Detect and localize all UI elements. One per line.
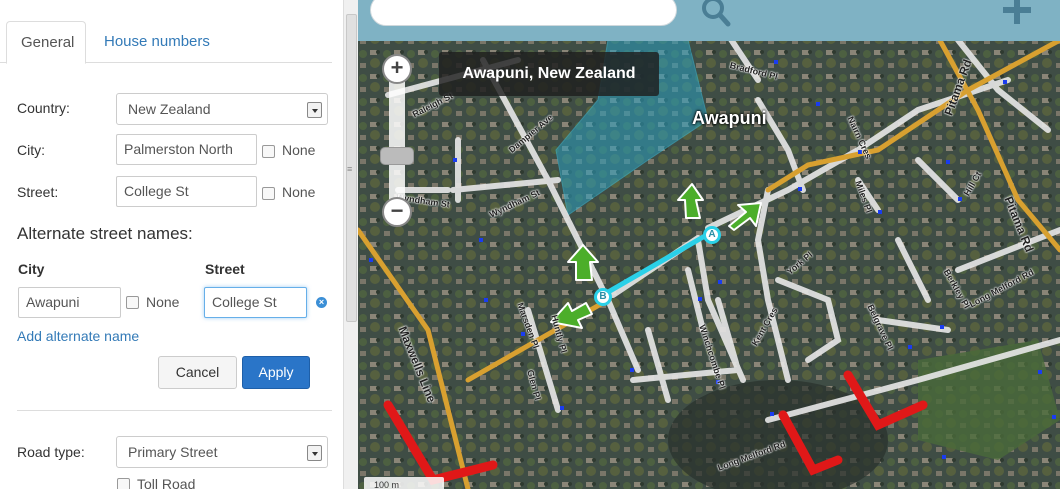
- chevron-down-icon: [307, 102, 322, 118]
- alt-street-header: Street: [205, 261, 245, 277]
- zoom-slider-handle[interactable]: [380, 147, 414, 165]
- segment-node-b[interactable]: B: [594, 288, 612, 306]
- suburb-label: Awapuni: [692, 108, 767, 128]
- city-label: City:: [17, 142, 45, 158]
- road-type-value: Primary Street: [128, 444, 218, 460]
- zoom-slider-track[interactable]: [389, 70, 405, 210]
- apply-button[interactable]: Apply: [242, 356, 310, 389]
- country-label: Country:: [17, 100, 70, 116]
- panel-scrollbar[interactable]: ≡: [343, 0, 358, 489]
- alternate-names-heading: Alternate street names:: [17, 224, 193, 243]
- zoom-in-icon[interactable]: +: [382, 54, 412, 84]
- alt-city-none-checkbox[interactable]: [126, 296, 139, 309]
- toll-road-label: Toll Road: [137, 476, 196, 489]
- location-tooltip: Awapuni, New Zealand: [439, 52, 659, 96]
- city-none-label: None: [282, 142, 316, 158]
- alt-city-none-label: None: [146, 294, 180, 310]
- road-type-select[interactable]: Primary Street: [116, 436, 328, 468]
- zoom-out-icon[interactable]: −: [382, 197, 412, 227]
- add-alternate-name-link[interactable]: Add alternate name: [17, 328, 139, 344]
- toll-road-checkbox[interactable]: [117, 478, 130, 489]
- street-none-checkbox[interactable]: [262, 187, 275, 200]
- segment-node-a[interactable]: A: [703, 226, 721, 244]
- road-type-label: Road type:: [17, 444, 85, 460]
- country-value: New Zealand: [128, 101, 211, 117]
- segment-edit-panel: General House numbers Country: New Zeala…: [0, 0, 343, 489]
- city-none-checkbox[interactable]: [262, 145, 275, 158]
- cancel-button[interactable]: Cancel: [158, 356, 237, 389]
- alt-city-input[interactable]: Awapuni: [18, 287, 121, 318]
- zoom-control: + −: [380, 54, 414, 228]
- tab-general[interactable]: General: [6, 21, 86, 64]
- alt-street-input[interactable]: College St: [204, 287, 307, 318]
- city-input[interactable]: Palmerston North: [116, 134, 257, 165]
- tab-bar: General House numbers: [0, 0, 332, 64]
- scale-bar: 100 m: [364, 477, 444, 489]
- search-input[interactable]: [370, 0, 677, 26]
- remove-alt-name-icon[interactable]: ×: [316, 297, 327, 308]
- street-label: Street:: [17, 184, 59, 200]
- country-select[interactable]: New Zealand: [116, 93, 328, 125]
- street-input[interactable]: College St: [116, 176, 257, 207]
- map-top-bar: [358, 0, 1060, 41]
- chevron-down-icon: [307, 445, 322, 461]
- alt-city-header: City: [18, 261, 45, 277]
- add-icon[interactable]: [999, 0, 1035, 28]
- map-view[interactable]: Raleigh St Dampier Ave Wyndham St Wyndha…: [358, 0, 1060, 489]
- search-icon[interactable]: [701, 0, 731, 28]
- grip-icon: ≡: [347, 164, 353, 174]
- divider: [17, 410, 332, 411]
- tab-house-numbers[interactable]: House numbers: [90, 21, 224, 64]
- street-none-label: None: [282, 184, 316, 200]
